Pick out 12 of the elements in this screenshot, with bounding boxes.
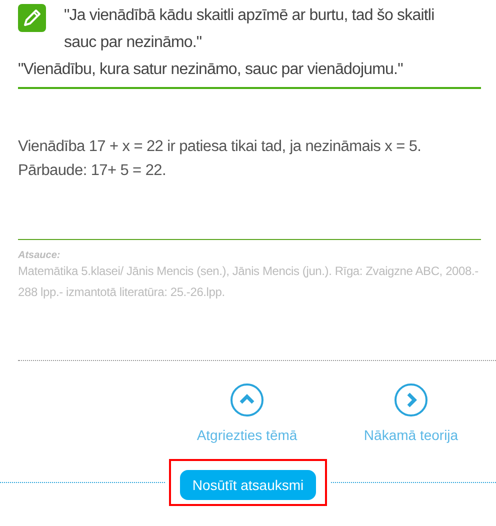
definition-quote: "Vienādību, kura satur nezināmo, sauc par vienādojumu." <box>18 60 404 80</box>
nav-link[interactable]: Nākamā teorija <box>364 427 458 443</box>
definition-quote: "Ja vienādībā kādu skaitli apzīmē ar burtu, tad šo skaitli sauc par nezināmo." <box>64 6 436 53</box>
reference-heading: Atsauce: <box>18 250 62 261</box>
pencil-icon <box>18 4 46 32</box>
reference-text: Matemātika 5.klasei/ Jānis Mencis (sen.), Jānis Mencis (jun.). Rīga: Zvaigzne ABC, 2008.- 288 lpp.- izmantotā literatūra: 25.-26.lpp. <box>18 263 480 301</box>
example-text: Pārbaude: 17+ 5 = 22. <box>18 161 167 181</box>
example-text: Vienādība 17 + x = 22 ir patiesa tikai tad, ja nezināmais x = 5. <box>18 137 422 157</box>
chevron-right-icon[interactable] <box>394 383 428 417</box>
chevron-up-icon[interactable] <box>230 383 264 417</box>
nav-link[interactable]: Atgriezties tēmā <box>196 427 298 443</box>
feedback-button[interactable]: Nosūtīt atsauksmi <box>180 470 316 500</box>
